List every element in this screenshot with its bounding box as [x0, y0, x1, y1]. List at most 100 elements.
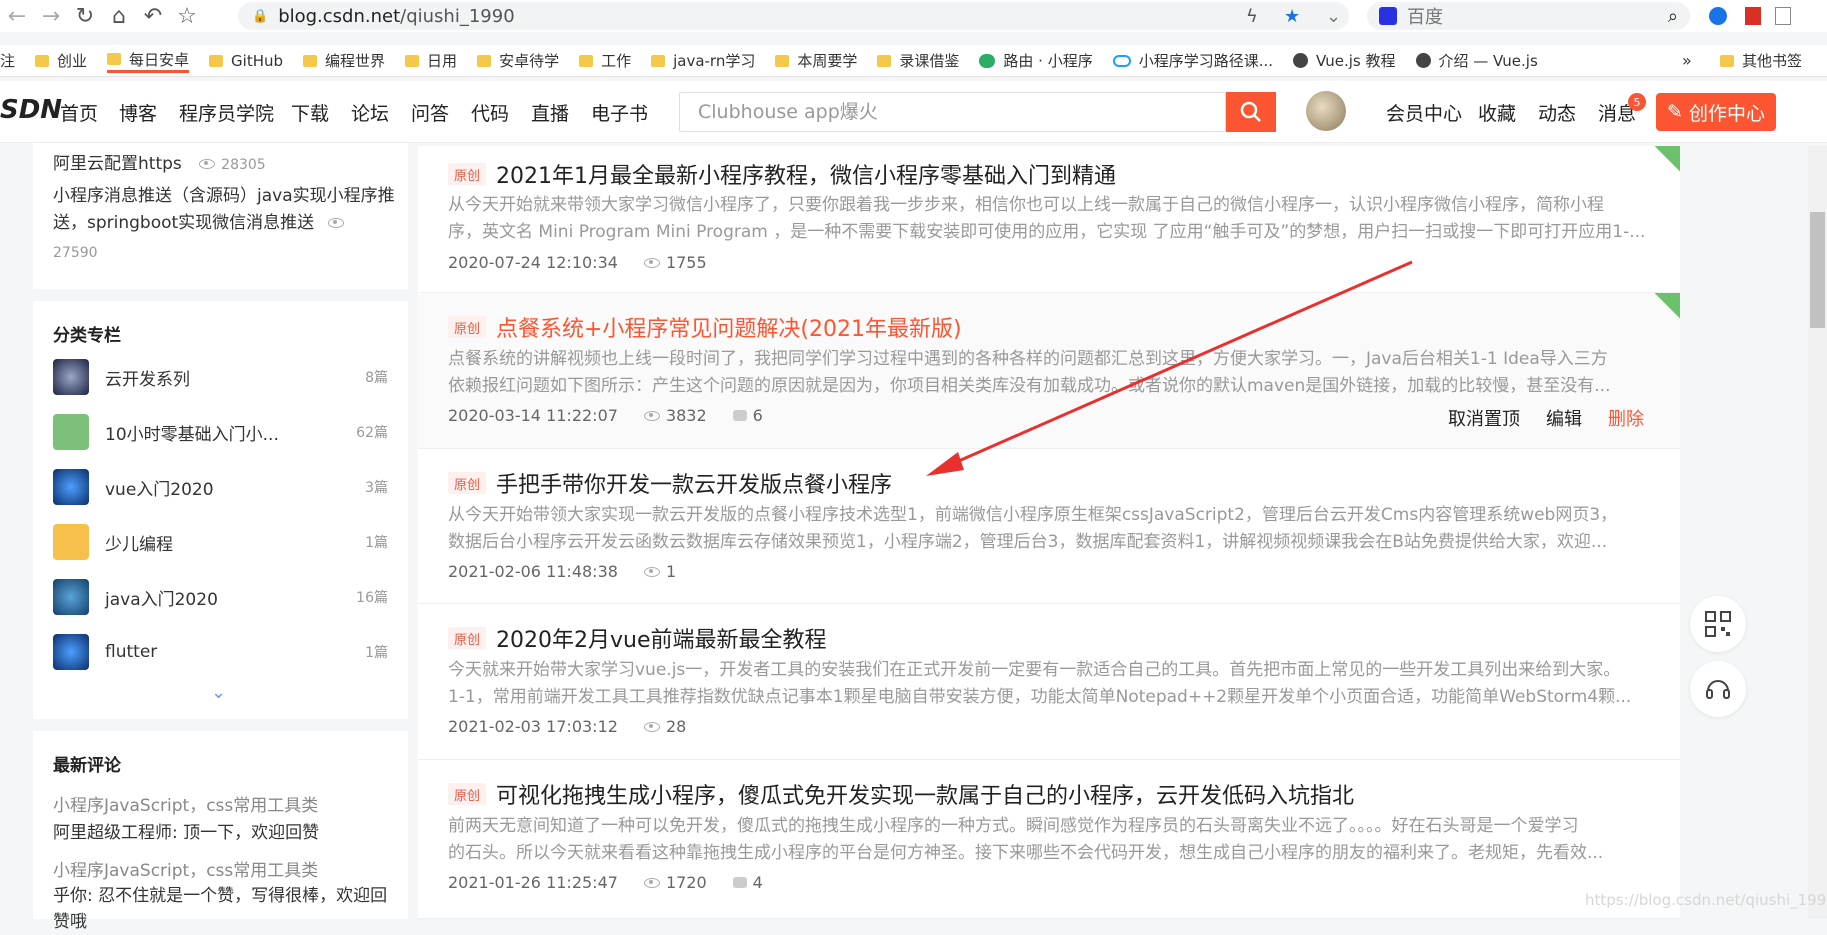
bookmark-item[interactable]: Vue.js 教程: [1293, 50, 1396, 71]
pdf-icon[interactable]: [1745, 7, 1761, 25]
bookmarks-bar: 注 创业 每日安卓 GitHub 编程世界 日用 安卓待学 工作 java-rn…: [0, 45, 1827, 77]
site-logo[interactable]: SDN: [0, 95, 62, 125]
article-item[interactable]: 原创 可视化拖拽生成小程序，傻瓜式免开发实现一款属于自己的小程序，云开发低码入坑…: [418, 760, 1680, 919]
bookmark-star-icon[interactable]: ☆: [170, 0, 204, 32]
bookmark-item[interactable]: 创业: [35, 50, 87, 71]
nav-code[interactable]: 代码: [471, 99, 509, 126]
category-icon: [53, 414, 89, 450]
view-count: 1720: [665, 873, 707, 892]
article-date: 2021-01-26 11:25:47: [448, 873, 618, 892]
category-count: 8篇: [365, 370, 388, 386]
create-center-button[interactable]: ✎ 创作中心: [1656, 93, 1776, 131]
bookmark-cut[interactable]: 注: [0, 50, 15, 71]
hot-article-item[interactable]: 阿里云配置https 28305: [53, 149, 266, 174]
search-engine-box[interactable]: 百度 ⌕: [1367, 2, 1690, 30]
bookmark-item[interactable]: 路由 · 小程序: [979, 50, 1093, 71]
forward-icon[interactable]: →: [34, 0, 68, 32]
delete-button[interactable]: 删除: [1608, 405, 1644, 431]
category-item[interactable]: flutter 1篇: [53, 633, 388, 671]
undo-icon[interactable]: ↶: [136, 0, 170, 32]
article-date: 2020-07-24 12:10:34: [448, 253, 618, 272]
bookmark-label: 工作: [601, 52, 632, 70]
eye-icon: [199, 159, 216, 169]
search-button[interactable]: [1226, 92, 1276, 132]
hot-article-title: 阿里云配置https: [53, 154, 182, 174]
nav-qa[interactable]: 问答: [411, 99, 449, 126]
article-title[interactable]: 手把手带你开发一款云开发版点餐小程序: [496, 467, 892, 499]
view-count: 1: [665, 562, 677, 581]
bookmark-item[interactable]: GitHub: [209, 52, 283, 70]
bookmarks-more-button[interactable]: »: [1682, 51, 1692, 70]
home-icon[interactable]: ⌂: [102, 0, 136, 32]
category-item[interactable]: 少儿编程 1篇: [53, 523, 388, 561]
unpin-button[interactable]: 取消置顶: [1448, 405, 1520, 431]
article-item[interactable]: 原创 手把手带你开发一款云开发版点餐小程序 从今天开始带领大家实现一款云开发版的…: [418, 449, 1680, 604]
nav-ebook[interactable]: 电子书: [591, 99, 648, 126]
address-bar[interactable]: 🔒 blog.csdn.net/qiushi_1990 ϟ ★ ⌄: [238, 2, 1349, 30]
nav-home[interactable]: 首页: [60, 99, 98, 126]
document-icon[interactable]: [1775, 7, 1791, 25]
bookmark-item[interactable]: 安卓待学: [477, 50, 559, 71]
article-desc: 依赖报红问题如下图所示：产生这个问题的原因就是因为，你项目相关类库没有加载成功。…: [448, 376, 1611, 396]
article-item[interactable]: 原创 点餐系统+小程序常见问题解决(2021年最新版) 点餐系统的讲解视频也上线…: [418, 293, 1680, 449]
bookmark-item[interactable]: 小程序学习路径课...: [1112, 50, 1273, 71]
nav-activity[interactable]: 动态: [1538, 99, 1576, 126]
comment-icon: [732, 410, 747, 421]
eye-icon: [643, 566, 660, 577]
article-title[interactable]: 2021年1月最全最新小程序教程，微信小程序零基础入门到精通: [496, 158, 1116, 190]
bookmark-item[interactable]: 本周要学: [775, 50, 857, 71]
nav-forum[interactable]: 论坛: [351, 99, 389, 126]
eye-icon: [643, 721, 660, 732]
bookmark-item[interactable]: 介绍 — Vue.js: [1415, 50, 1538, 71]
pen-icon: ✎: [1667, 101, 1683, 123]
chevron-down-icon[interactable]: ⌄: [211, 682, 226, 703]
chevron-down-icon[interactable]: ⌄: [1326, 6, 1341, 27]
view-count: 3832: [665, 406, 707, 425]
category-item[interactable]: vue入门2020 3篇: [53, 468, 388, 506]
reload-icon[interactable]: ↻: [68, 0, 102, 32]
article-date: 2021-02-06 11:48:38: [448, 562, 618, 581]
article-desc: 今天就来开始带大家学习vue.js一，开发者工具的安装我们在正式开发前一定要有一…: [448, 660, 1621, 680]
bookmark-item[interactable]: 每日安卓: [107, 49, 190, 73]
edit-button[interactable]: 编辑: [1546, 405, 1582, 431]
comment-article-link[interactable]: 小程序JavaScript，css常用工具类: [53, 856, 318, 881]
other-bookmarks[interactable]: 其他书签: [1720, 50, 1802, 71]
lightning-icon[interactable]: ϟ: [1246, 6, 1258, 27]
category-name: 少儿编程: [105, 534, 173, 555]
search-icon[interactable]: ⌕: [1668, 6, 1678, 27]
category-item[interactable]: 10小时零基础入门小... 62篇: [53, 413, 388, 451]
article-date: 2021-02-03 17:03:12: [448, 717, 618, 736]
scrollbar-thumb[interactable]: [1810, 212, 1825, 328]
extension-icon[interactable]: [1709, 7, 1727, 25]
lock-icon: 🔒: [252, 8, 269, 24]
bookmark-item[interactable]: 日用: [405, 50, 457, 71]
bookmark-item[interactable]: 工作: [579, 50, 631, 71]
nav-download[interactable]: 下载: [291, 99, 329, 126]
eye-icon: [643, 410, 660, 421]
nav-member-center[interactable]: 会员中心: [1386, 99, 1462, 126]
nav-live[interactable]: 直播: [531, 99, 569, 126]
bookmark-item[interactable]: java-rn学习: [651, 50, 755, 71]
avatar[interactable]: [1306, 91, 1346, 131]
comment-article-link[interactable]: 小程序JavaScript，css常用工具类: [53, 791, 318, 816]
article-item[interactable]: 原创 2020年2月vue前端最新最全教程 今天就来开始带大家学习vue.js一…: [418, 604, 1680, 760]
nav-academy[interactable]: 程序员学院: [179, 99, 274, 126]
star-filled-icon[interactable]: ★: [1284, 6, 1300, 27]
category-item[interactable]: 云开发系列 8篇: [53, 358, 388, 396]
hot-article-item[interactable]: 小程序消息推送（含源码）java实现小程序推送，springboot实现微信消息…: [53, 183, 398, 237]
nav-favorites[interactable]: 收藏: [1478, 99, 1516, 126]
bookmark-item[interactable]: 编程世界: [303, 50, 385, 71]
article-meta: 2021-01-26 11:25:47 1720 4: [448, 873, 763, 892]
category-item[interactable]: java入门2020 16篇: [53, 578, 388, 616]
site-search-input[interactable]: Clubhouse app爆火: [679, 92, 1226, 132]
article-title[interactable]: 2020年2月vue前端最新最全教程: [496, 622, 826, 654]
bookmark-label: GitHub: [231, 51, 284, 70]
customer-service-button[interactable]: [1690, 661, 1746, 717]
bookmark-item[interactable]: 录课借鉴: [877, 50, 959, 71]
article-title[interactable]: 点餐系统+小程序常见问题解决(2021年最新版): [496, 311, 962, 343]
qrcode-button[interactable]: [1690, 596, 1746, 652]
back-icon[interactable]: ←: [0, 0, 34, 32]
article-item[interactable]: 原创 2021年1月最全最新小程序教程，微信小程序零基础入门到精通 从今天开始就…: [418, 146, 1680, 293]
article-title[interactable]: 可视化拖拽生成小程序，傻瓜式免开发实现一款属于自己的小程序，云开发低码入坑指北: [496, 778, 1354, 810]
nav-blog[interactable]: 博客: [119, 99, 157, 126]
